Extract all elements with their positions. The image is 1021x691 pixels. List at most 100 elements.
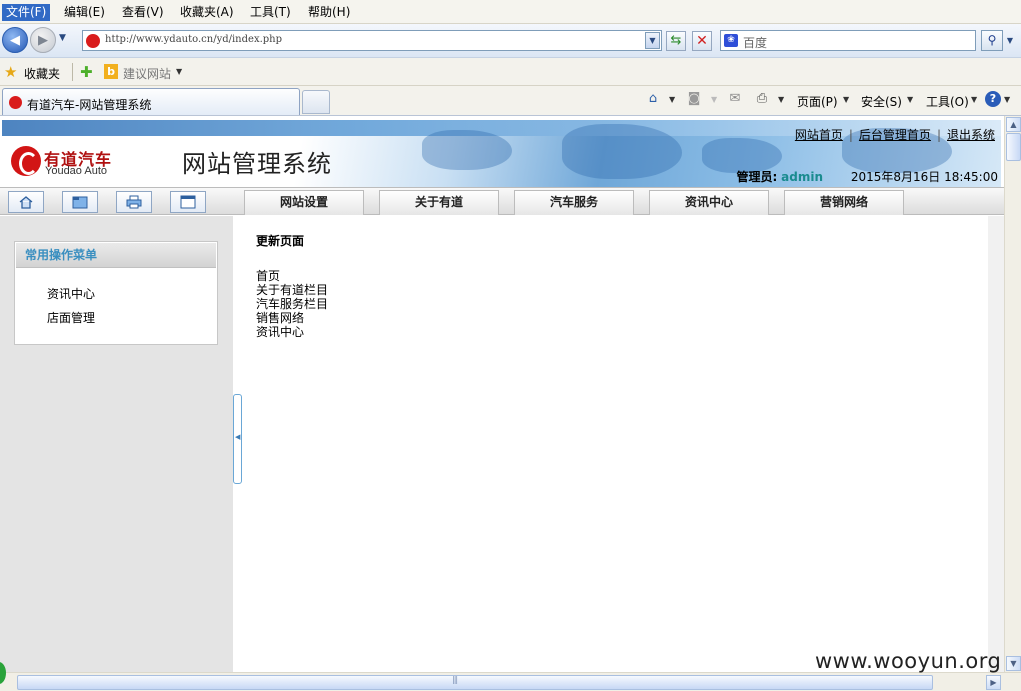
search-field[interactable]: ❀ 百度 [720,30,976,51]
browser-tab-active[interactable]: 有道汽车-网站管理系统 [2,88,300,115]
update-news-link[interactable]: 资讯中心 [256,325,328,339]
help-dropdown-icon[interactable]: ▼ [1004,95,1010,104]
page-menu[interactable]: 页面(P) [797,93,838,110]
home-icon[interactable]: ⌂ [645,91,661,107]
link-separator: | [848,128,853,142]
tab-bar: 有道汽车-网站管理系统 ⌂ ▼ ◙ ▼ ✉ ⎙ ▼ 页面(P) ▼ 安全(S) … [0,86,1021,116]
address-toolbar: ◀ ▶ ▼ http://www.ydauto.cn/yd/index.php … [0,24,1021,58]
nav-tab-marketing[interactable]: 营销网络 [784,190,904,215]
tools-menu[interactable]: 工具(O) [926,93,969,110]
nav-tab-about[interactable]: 关于有道 [379,190,499,215]
refresh-button[interactable]: ⇆ [666,31,686,51]
add-to-favorites-icon[interactable]: ✚ [80,63,93,81]
sidebar-item-news[interactable]: 资讯中心 [47,285,95,302]
forward-button[interactable]: ▶ [30,27,56,53]
window-icon [180,195,196,209]
nav-tab-car-service[interactable]: 汽车服务 [514,190,634,215]
site-logo[interactable]: 有道汽车 Youdao Auto [11,144,131,178]
menu-help[interactable]: 帮助(H) [304,4,354,21]
mail-icon[interactable]: ✉ [727,91,743,107]
address-dropdown-icon[interactable]: ▼ [645,32,660,49]
update-home-link[interactable]: 首页 [256,269,328,283]
search-options-dropdown-icon[interactable]: ▼ [1004,30,1016,51]
sidebar-collapse-handle[interactable]: ◀ [233,394,242,484]
history-dropdown-icon[interactable]: ▼ [59,33,66,43]
scroll-right-icon[interactable]: ▶ [986,675,1001,690]
tab-title: 有道汽车-网站管理系统 [27,98,152,112]
printer-icon[interactable]: ⎙ [754,91,770,107]
sidebar: 常用操作菜单 资讯中心 店面管理 [0,216,233,672]
browser-menu-bar: 文件(F) 编辑(E) 查看(V) 收藏夹(A) 工具(T) 帮助(H) [0,0,1021,24]
stop-button[interactable]: ✕ [692,31,712,51]
suggested-sites-button[interactable]: 建议网站 [123,65,171,82]
menu-file[interactable]: 文件(F) [2,4,51,21]
quick-folder-button[interactable] [62,191,98,213]
update-link-list: 首页 关于有道栏目 汽车服务栏目 销售网络 资讯中心 [256,269,328,339]
page-menu-dropdown-icon[interactable]: ▼ [843,95,849,104]
toolbar-divider [72,63,73,81]
logout-link[interactable]: 退出系统 [947,128,995,142]
sidebar-item-store-management[interactable]: 店面管理 [47,309,95,326]
safety-menu-dropdown-icon[interactable]: ▼ [907,95,913,104]
update-car-service-link[interactable]: 汽车服务栏目 [256,297,328,311]
quick-window-button[interactable] [170,191,206,213]
feeds-dropdown-icon: ▼ [711,95,718,104]
page-heading: 更新页面 [256,234,305,248]
nav-tab-news[interactable]: 资讯中心 [649,190,769,215]
close-icon: ✕ [696,33,708,49]
vertical-scrollbar[interactable]: ▲ ▼ [1004,116,1021,672]
site-home-link[interactable]: 网站首页 [795,128,843,142]
menu-view[interactable]: 查看(V) [118,4,168,21]
printer-icon [126,195,142,209]
menu-edit[interactable]: 编辑(E) [60,4,109,21]
tab-favicon-icon [9,96,22,109]
search-icon: ⚲ [987,33,997,47]
admin-home-link[interactable]: 后台管理首页 [859,128,931,142]
address-field[interactable]: http://www.ydauto.cn/yd/index.php ▼ [82,30,662,51]
search-placeholder[interactable]: 百度 [743,34,767,51]
tools-menu-dropdown-icon[interactable]: ▼ [971,95,977,104]
menu-tools[interactable]: 工具(T) [246,4,295,21]
menu-favorites[interactable]: 收藏夹(A) [176,4,238,21]
safety-menu[interactable]: 安全(S) [861,93,902,110]
site-title: 网站管理系统 [182,150,332,178]
sidebar-title: 常用操作菜单 [16,243,216,268]
feeds-icon[interactable]: ◙ [686,91,702,107]
address-text[interactable]: http://www.ydauto.cn/yd/index.php [105,34,282,45]
refresh-icon: ⇆ [670,33,682,48]
content-right-gutter [988,216,1004,672]
scroll-grip-icon: ||| [452,675,458,684]
horizontal-scrollbar[interactable]: ||| ▶ [0,672,1021,691]
home-dropdown-icon[interactable]: ▼ [669,95,675,104]
baidu-paw-icon: ❀ [724,34,738,47]
collapse-arrow-icon: ◀ [235,433,241,441]
update-about-link[interactable]: 关于有道栏目 [256,283,328,297]
logo-text-en: Youdao Auto [45,165,107,177]
quick-home-button[interactable] [8,191,44,213]
forward-arrow-icon: ▶ [38,33,48,48]
admin-username: admin [781,170,824,184]
scroll-up-icon[interactable]: ▲ [1006,117,1021,132]
back-arrow-icon: ◀ [10,33,20,48]
admin-info: 管理员: admin 2015年8月16日 18:45:00 [737,168,998,185]
print-dropdown-icon[interactable]: ▼ [778,95,784,104]
suggested-sites-dropdown-icon[interactable]: ▼ [176,67,182,76]
nav-tab-site-settings[interactable]: 网站设置 [244,190,364,215]
horizontal-scroll-thumb[interactable] [17,675,933,690]
help-icon[interactable]: ? [985,91,1001,107]
current-datetime: 2015年8月16日 18:45:00 [850,170,998,184]
main-content: 更新页面 首页 关于有道栏目 汽车服务栏目 销售网络 资讯中心 [242,216,988,672]
favorites-star-icon[interactable]: ★ [4,63,17,81]
new-tab-button[interactable] [302,90,330,114]
update-sales-network-link[interactable]: 销售网络 [256,311,328,325]
admin-label: 管理员: [736,170,778,184]
vertical-scroll-thumb[interactable] [1006,133,1021,161]
world-map-decoration [422,130,512,170]
quick-print-button[interactable] [116,191,152,213]
site-favicon-icon [86,34,100,48]
search-button[interactable]: ⚲ [981,30,1003,51]
favorites-button[interactable]: 收藏夹 [24,65,60,82]
scroll-down-icon[interactable]: ▼ [1006,656,1021,671]
bing-icon: b [104,64,118,79]
back-button[interactable]: ◀ [2,27,28,53]
